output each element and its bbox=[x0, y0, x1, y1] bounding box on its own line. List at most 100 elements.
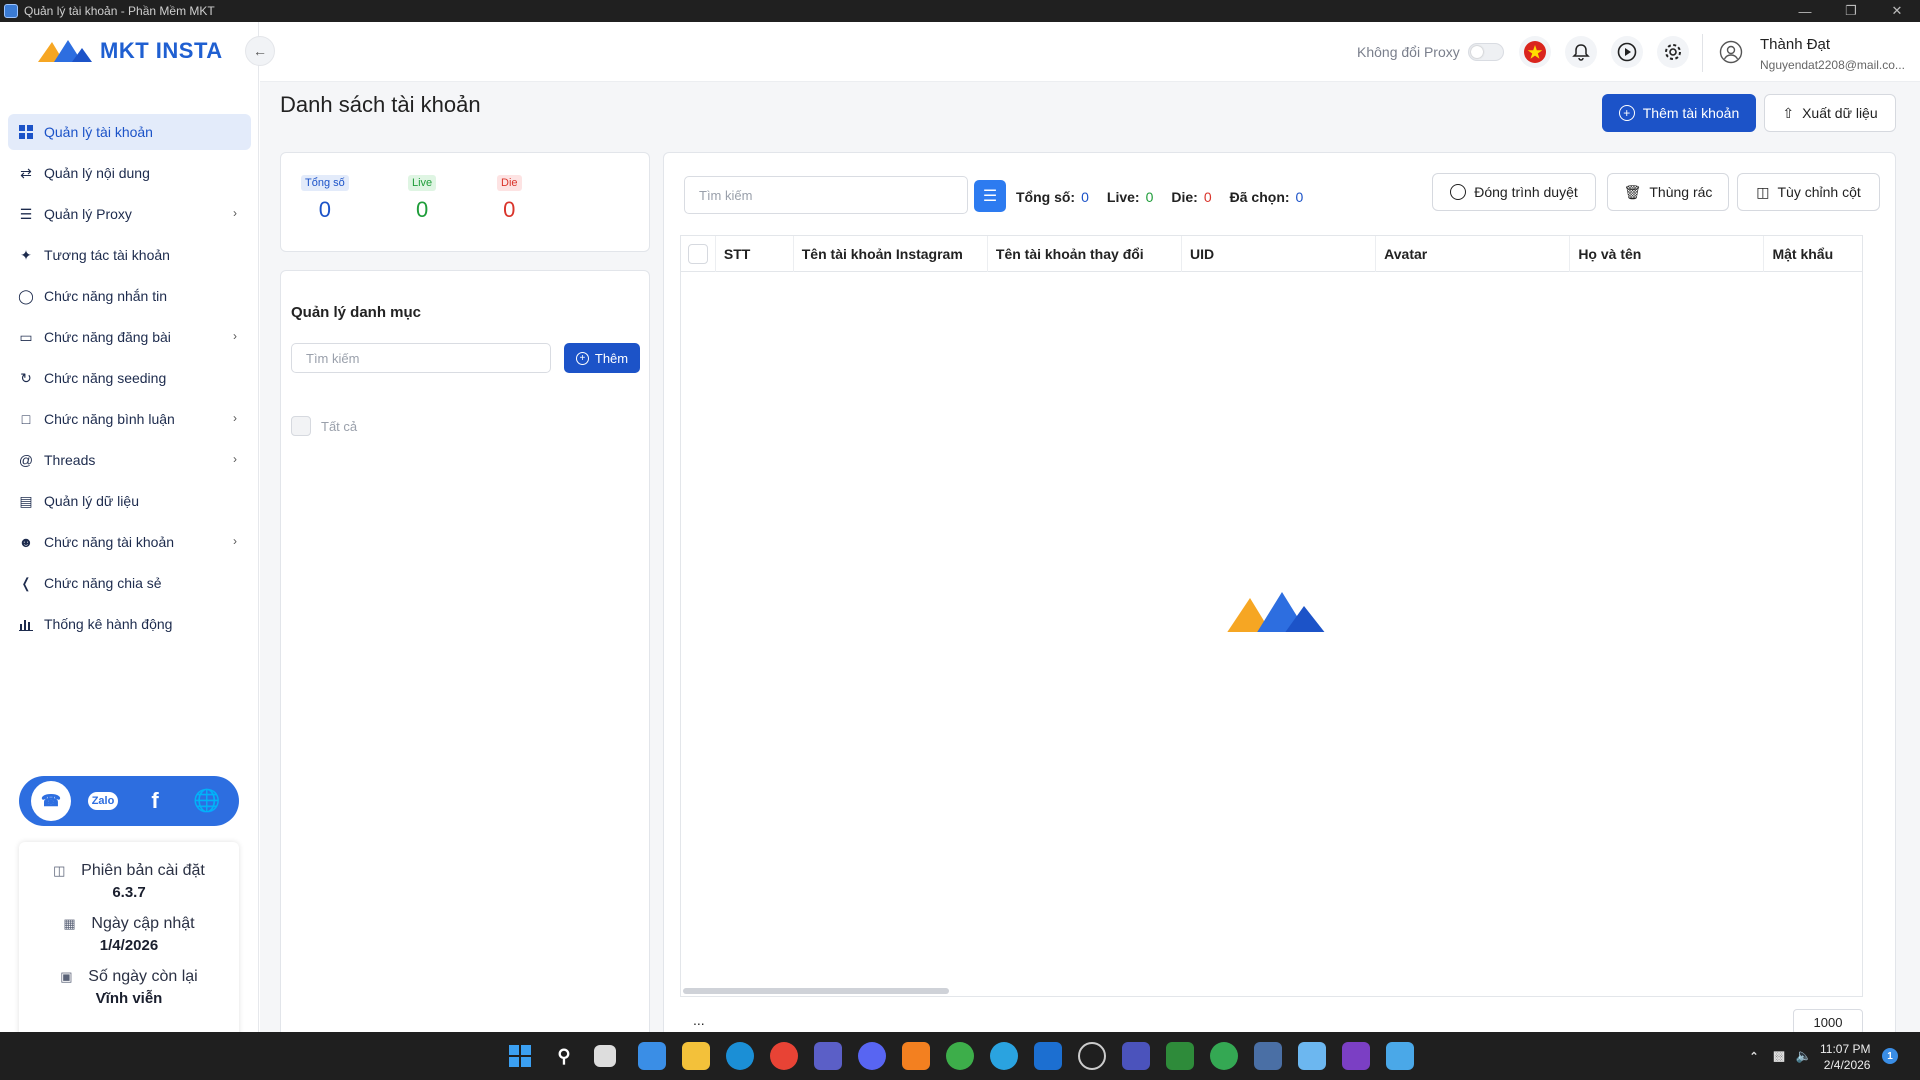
sidebar-item-share[interactable]: ❬ Chức năng chia sẻ bbox=[8, 565, 251, 601]
count-total-value: 0 bbox=[1081, 189, 1089, 205]
tray-chevron-icon[interactable]: ⌃ bbox=[1740, 1042, 1768, 1070]
system-clock[interactable]: 11:07 PM 2/4/2026 bbox=[1820, 1041, 1870, 1073]
cloudflare-icon[interactable] bbox=[902, 1042, 930, 1070]
play-icon[interactable] bbox=[1611, 36, 1643, 68]
maximize-button[interactable]: ❐ bbox=[1828, 0, 1874, 22]
sidebar: MKT INSTA ← Quản lý tài khoản ⇄ Quản lý … bbox=[0, 22, 275, 1042]
sidebar-item-content[interactable]: ⇄ Quản lý nội dung bbox=[8, 155, 251, 191]
account-search-input[interactable]: Tìm kiếm bbox=[684, 176, 968, 214]
sidebar-item-account-functions[interactable]: ☻ Chức năng tài khoản › bbox=[8, 524, 251, 560]
select-all-checkbox[interactable] bbox=[687, 244, 708, 264]
trash-button[interactable]: 🗑 Thùng rác bbox=[1607, 173, 1729, 211]
sidebar-item-posting[interactable]: ▭ Chức năng đăng bài › bbox=[8, 319, 251, 355]
sidebar-item-label: Chức năng chia sẻ bbox=[44, 575, 162, 591]
select-all-categories-checkbox[interactable] bbox=[291, 416, 311, 436]
col-instagram-name[interactable]: Tên tài khoản Instagram bbox=[794, 236, 988, 272]
close-browser-button[interactable]: Đóng trình duyệt bbox=[1432, 173, 1596, 211]
col-uid[interactable]: UID bbox=[1182, 236, 1377, 272]
sidebar-item-threads[interactable]: @ Threads › bbox=[8, 442, 251, 478]
sidebar-item-proxy[interactable]: ☰ Quản lý Proxy › bbox=[8, 196, 251, 232]
file-explorer-icon[interactable] bbox=[682, 1042, 710, 1070]
telegram-icon[interactable] bbox=[990, 1042, 1018, 1070]
app-green-icon[interactable] bbox=[946, 1042, 974, 1070]
support-icon[interactable]: ☎ bbox=[31, 781, 71, 821]
obs-icon[interactable] bbox=[1078, 1042, 1106, 1070]
days-row: ▣ Số ngày còn lại Vĩnh viễn bbox=[19, 968, 239, 1007]
refresh-icon: ↻ bbox=[20, 369, 32, 386]
social-links-bar: ☎ Zalo f 🌐 bbox=[19, 776, 239, 826]
col-avatar[interactable]: Avatar bbox=[1376, 236, 1571, 272]
sidebar-item-account-management[interactable]: Quản lý tài khoản bbox=[8, 114, 251, 150]
bell-icon[interactable] bbox=[1565, 36, 1597, 68]
sidebar-item-data[interactable]: ▤ Quản lý dữ liệu bbox=[8, 483, 251, 519]
add-category-button[interactable]: + Thêm bbox=[564, 343, 640, 373]
notification-badge[interactable]: 1 bbox=[1882, 1048, 1898, 1064]
task-view-icon[interactable] bbox=[594, 1045, 616, 1067]
category-search-input[interactable]: Tìm kiếm bbox=[291, 343, 551, 373]
category-card: Quản lý danh mục Tìm kiếm + Thêm Tất cả bbox=[280, 270, 650, 1040]
search-icon[interactable]: ⚲ bbox=[550, 1042, 578, 1070]
teams-work-icon[interactable] bbox=[1122, 1042, 1150, 1070]
clock-time: 11:07 PM bbox=[1820, 1042, 1871, 1056]
loading-logo-icon bbox=[1226, 592, 1330, 636]
minimize-button[interactable]: — bbox=[1782, 0, 1828, 22]
close-button[interactable]: ✕ bbox=[1874, 0, 1920, 22]
sidebar-item-statistics[interactable]: Thống kê hành động bbox=[8, 606, 251, 642]
app-file-icon[interactable] bbox=[1166, 1042, 1194, 1070]
vietnam-flag-icon[interactable] bbox=[1519, 36, 1551, 68]
chevron-right-icon: › bbox=[233, 329, 237, 343]
col-stt[interactable]: STT bbox=[716, 236, 794, 272]
windows-start-icon[interactable] bbox=[506, 1042, 534, 1070]
globe-icon[interactable]: 🌐 bbox=[187, 781, 227, 821]
visual-studio-icon[interactable] bbox=[1342, 1042, 1370, 1070]
category-all-row[interactable]: Tất cả bbox=[291, 416, 357, 436]
col-changed-name[interactable]: Tên tài khoản thay đổi bbox=[988, 236, 1183, 272]
app-logo[interactable]: MKT INSTA bbox=[38, 38, 223, 64]
document-icon: ▭ bbox=[19, 328, 33, 345]
sidebar-item-messaging[interactable]: ◯ Chức năng nhắn tin bbox=[8, 278, 251, 314]
customize-columns-label: Tùy chỉnh cột bbox=[1777, 184, 1861, 200]
mkt-insta-taskbar-icon[interactable] bbox=[1386, 1042, 1414, 1070]
zalo-icon[interactable]: Zalo bbox=[83, 781, 123, 821]
sidebar-item-label: Chức năng bình luận bbox=[44, 411, 175, 427]
volume-icon[interactable]: 🔈 bbox=[1790, 1042, 1818, 1070]
col-full-name[interactable]: Họ và tên bbox=[1570, 236, 1765, 272]
customize-columns-button[interactable]: ◫ Tùy chỉnh cột bbox=[1737, 173, 1880, 211]
page-title: Danh sách tài khoản bbox=[280, 92, 481, 117]
facebook-icon[interactable]: f bbox=[135, 781, 175, 821]
collapse-sidebar-button[interactable]: ← bbox=[245, 36, 275, 66]
app-cloud-icon[interactable] bbox=[1298, 1042, 1326, 1070]
app-chart-icon[interactable] bbox=[1254, 1042, 1282, 1070]
chrome-icon bbox=[1450, 184, 1467, 200]
stats-card: Tổng số 0 Live 0 Die 0 bbox=[280, 152, 650, 252]
version-icon: ◫ bbox=[53, 863, 66, 878]
network-icon[interactable]: ▩ bbox=[1765, 1042, 1793, 1070]
chrome-icon[interactable] bbox=[770, 1042, 798, 1070]
sidebar-item-seeding[interactable]: ↻ Chức năng seeding bbox=[8, 360, 251, 396]
edge-icon[interactable] bbox=[726, 1042, 754, 1070]
horizontal-scrollbar[interactable] bbox=[683, 988, 949, 994]
filter-button[interactable]: ☰ bbox=[974, 180, 1006, 212]
chrome-profile-icon[interactable] bbox=[1210, 1042, 1238, 1070]
gear-icon[interactable] bbox=[1657, 36, 1689, 68]
sidebar-item-comment[interactable]: □ Chức năng bình luận › bbox=[8, 401, 251, 437]
chevron-right-icon: › bbox=[233, 206, 237, 220]
update-value: 1/4/2026 bbox=[99, 937, 159, 954]
widgets-icon[interactable] bbox=[638, 1042, 666, 1070]
sidebar-item-interaction[interactable]: ✦ Tương tác tài khoản bbox=[8, 237, 251, 273]
version-value: 6.3.7 bbox=[112, 884, 146, 901]
add-account-label: Thêm tài khoản bbox=[1642, 105, 1740, 121]
version-row: ◫ Phiên bản cài đặt 6.3.7 bbox=[19, 862, 239, 901]
share-icon: ❬ bbox=[20, 574, 32, 591]
teams-icon[interactable] bbox=[814, 1042, 842, 1070]
proxy-toggle[interactable] bbox=[1468, 43, 1504, 61]
columns-icon: ◫ bbox=[1756, 183, 1770, 200]
close-browser-label: Đóng trình duyệt bbox=[1474, 184, 1578, 200]
add-account-button[interactable]: + Thêm tài khoản bbox=[1602, 94, 1756, 132]
stat-die-label: Die bbox=[497, 175, 522, 191]
col-password[interactable]: Mật khẩu bbox=[1764, 236, 1862, 272]
app-blue-icon[interactable] bbox=[1034, 1042, 1062, 1070]
export-button[interactable]: ⇧ Xuất dữ liệu bbox=[1764, 94, 1896, 132]
accounts-table: STT Tên tài khoản Instagram Tên tài khoả… bbox=[680, 235, 1863, 997]
discord-icon[interactable] bbox=[858, 1042, 886, 1070]
